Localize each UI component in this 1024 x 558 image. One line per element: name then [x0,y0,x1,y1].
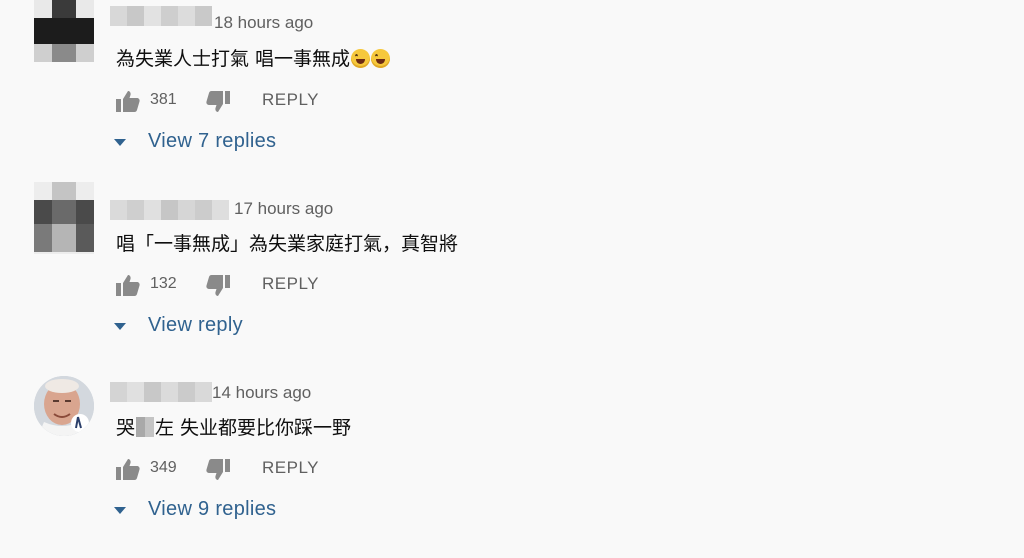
thumb-down-icon[interactable] [206,91,230,113]
comment-text: 唱「一事無成」為失業家庭打氣，真智將 [116,233,459,255]
thumb-up-icon[interactable] [116,90,140,112]
comment-timestamp[interactable]: 14 hours ago [212,383,311,403]
avatar[interactable] [34,182,94,254]
profile-photo [34,376,94,436]
username-blurred[interactable] [110,382,212,402]
thumb-up-icon[interactable] [116,274,140,296]
caret-down-icon [114,506,126,514]
comment-1: 18 hours ago 為失業人士打氣 唱一事無成 381 REPLY Vie… [0,0,1024,184]
view-replies-label: View 9 replies [148,497,277,520]
view-replies-button[interactable]: View 9 replies [114,496,276,522]
caret-down-icon [114,322,126,330]
like-count: 381 [150,91,177,108]
username-blurred[interactable] [110,200,229,220]
comment-text-start: 哭 [116,417,136,439]
like-count: 349 [150,459,177,476]
view-replies-button[interactable]: View reply [114,312,243,338]
thumb-down-icon[interactable] [206,275,230,297]
reply-button[interactable]: REPLY [262,90,319,110]
view-replies-label: View 7 replies [148,129,277,152]
comment-3: 14 hours ago 哭左 失业都要比你踩一野 349 REPLY View… [0,368,1024,552]
comment-text: 哭左 失业都要比你踩一野 [116,413,351,440]
laughing-emoji-icon [371,49,391,68]
comment-timestamp[interactable]: 18 hours ago [214,13,313,33]
avatar[interactable] [34,0,94,62]
reply-button[interactable]: REPLY [262,274,319,294]
censor-block [136,417,155,437]
comment-2: 17 hours ago 唱「一事無成」為失業家庭打氣，真智將 132 REPL… [0,182,1024,368]
caret-down-icon [114,138,126,146]
comment-text-body: 為失業人士打氣 唱一事無成 [116,48,351,70]
thumb-down-icon[interactable] [206,459,230,481]
comment-text: 為失業人士打氣 唱一事無成 [116,44,391,71]
avatar[interactable] [34,376,94,438]
view-replies-button[interactable]: View 7 replies [114,128,276,154]
comment-text-end: 左 失业都要比你踩一野 [155,417,352,439]
like-count: 132 [150,275,177,292]
reply-button[interactable]: REPLY [262,458,319,478]
comment-timestamp[interactable]: 17 hours ago [234,199,333,219]
laughing-emoji-icon [351,49,371,68]
view-replies-label: View reply [148,313,243,336]
thumb-up-icon[interactable] [116,458,140,480]
username-blurred[interactable] [110,6,212,26]
